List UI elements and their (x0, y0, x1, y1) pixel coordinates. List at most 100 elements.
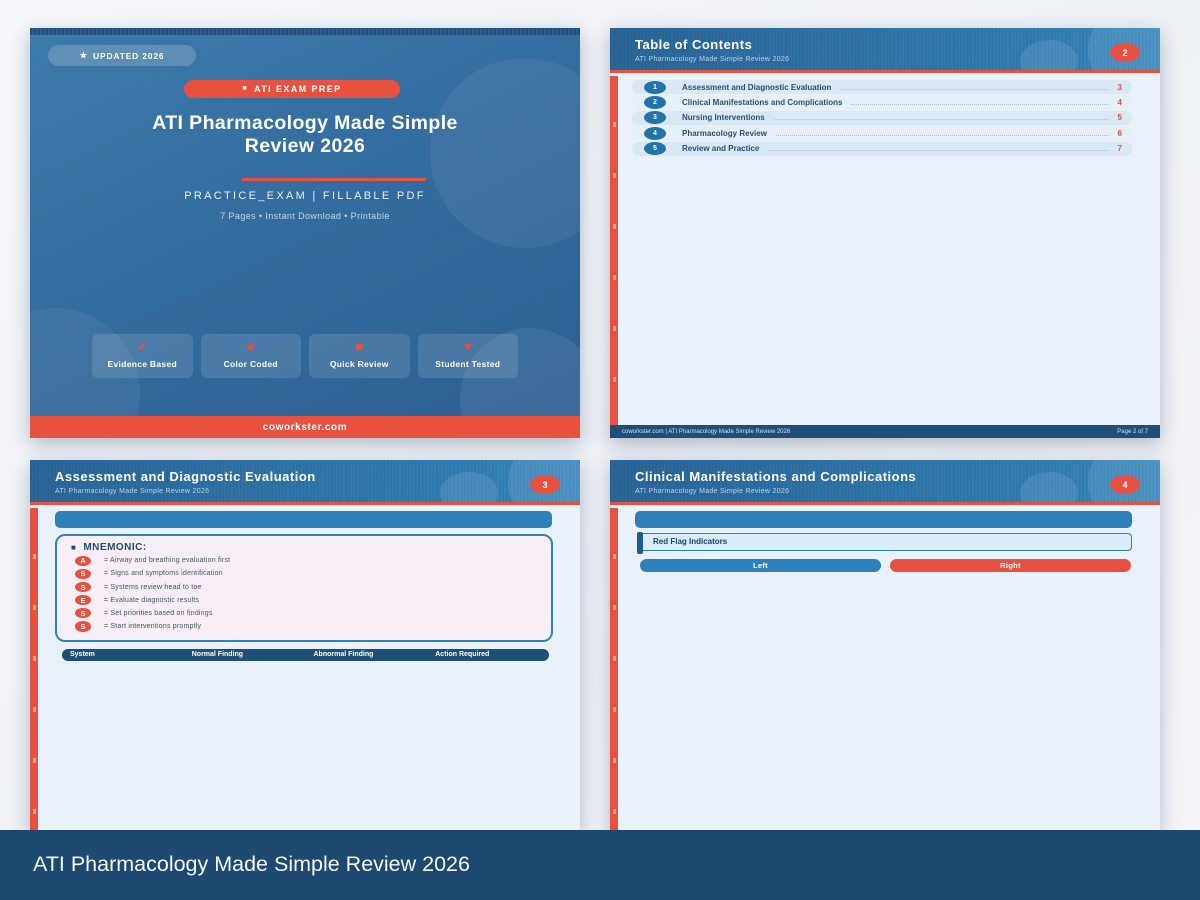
red-flag-indicators-box: Red Flag Indicators (637, 531, 1132, 554)
toc-item-pharmacology[interactable]: 4 Pharmacology Review 6 (632, 126, 1132, 141)
toc-footer: coworkster.com | ATI Pharmacology Made S… (610, 425, 1160, 438)
assessment-title: Assessment and Diagnostic Evaluation (55, 469, 316, 484)
table-header-system: System (70, 651, 95, 659)
right-button[interactable]: Right (890, 559, 1131, 572)
toc-item-number: 5 (644, 142, 666, 156)
clinical-header: Clinical Manifestations and Complication… (610, 460, 1160, 505)
feature-label: Evidence Based (107, 359, 177, 369)
decorative-circle (1020, 472, 1078, 502)
square-icon: ■ (242, 85, 249, 92)
toc-item-clinical[interactable]: 2 Clinical Manifestations and Complicati… (632, 95, 1132, 110)
assessment-page-thumbnail[interactable]: Assessment and Diagnostic Evaluation ATI… (30, 460, 580, 830)
page-spine (610, 508, 618, 830)
toc-item-page: 6 (1117, 128, 1122, 138)
toc-item-number: 1 (644, 80, 666, 94)
feature-label: Quick Review (329, 359, 389, 369)
mnemonic-item-text: = Set priorities based on findings (104, 609, 213, 617)
toc-item-number: 4 (644, 126, 666, 140)
mnemonic-letter-badge: E (75, 594, 91, 606)
cover-subtitle: PRACTICE_EXAM | FILLABLE PDF (184, 190, 426, 202)
clinical-content: Red Flag Indicators Left Right (610, 508, 1160, 572)
mnemonic-item: E = Evaluate diagnostic results (69, 594, 539, 606)
toc-list: 1 Assessment and Diagnostic Evaluation 3… (632, 80, 1132, 157)
screenshot-stage: ★ UPDATED 2026 ■ ATI EXAM PREP ATI Pharm… (0, 0, 1200, 900)
page-spine (610, 76, 618, 438)
mnemonic-item: S = Signs and symptoms identification (69, 568, 539, 580)
left-button[interactable]: Left (640, 559, 881, 572)
page-number-badge: 4 (1110, 475, 1140, 494)
left-right-buttons: Left Right (640, 559, 1131, 572)
mnemonic-item-text: = Signs and symptoms identification (104, 570, 223, 578)
check-icon: ✔ (136, 339, 148, 354)
mnemonic-item: S = Start interventions promptly (69, 621, 539, 632)
cover-page-thumbnail[interactable]: ★ UPDATED 2026 ■ ATI EXAM PREP ATI Pharm… (30, 28, 580, 438)
dotted-leader (773, 119, 1109, 121)
star-icon: ★ (79, 50, 89, 60)
feature-student-tested: ♥ Student Tested (417, 334, 518, 378)
assessment-header: Assessment and Diagnostic Evaluation ATI… (30, 460, 580, 505)
toc-item-page: 3 (1117, 82, 1122, 92)
feature-color-coded: ★ Color Coded (200, 334, 301, 378)
assessment-content: ■ MNEMONIC: A = Airway and breathing eva… (30, 508, 580, 661)
toc-item-label: Nursing Interventions (682, 113, 765, 123)
mnemonic-item: S = Set priorities based on findings (69, 607, 539, 619)
cover-footer-site: coworkster.com (30, 416, 580, 438)
mnemonic-item: S = Systems review head to toe (69, 581, 539, 593)
dotted-leader (768, 150, 1109, 152)
toc-item-label: Pharmacology Review (682, 128, 767, 138)
feature-quick-review: ■ Quick Review (309, 334, 410, 378)
feature-label: Color Coded (223, 359, 278, 369)
mnemonic-letter-badge: S (75, 581, 91, 593)
assessment-table-header: System Normal Finding Abnormal Finding A… (62, 648, 549, 661)
clinical-title: Clinical Manifestations and Complication… (635, 469, 917, 484)
feature-boxes: ✔ Evidence Based ★ Color Coded ■ Quick R… (92, 334, 518, 378)
cover-meta: 7 Pages • Instant Download • Printable (220, 211, 390, 221)
toc-footer-left: coworkster.com | ATI Pharmacology Made S… (622, 428, 791, 435)
feature-label: Student Tested (435, 359, 501, 369)
toc-subtitle: ATI Pharmacology Made Simple Review 2026 (635, 56, 790, 63)
cover-divider (242, 178, 426, 181)
dotted-leader (851, 103, 1109, 105)
updated-badge: ★ UPDATED 2026 (48, 45, 196, 66)
mnemonic-item-text: = Systems review head to toe (104, 583, 202, 591)
red-flag-indicators-label: Red Flag Indicators (653, 537, 728, 546)
toc-item-label: Assessment and Diagnostic Evaluation (682, 82, 832, 92)
clinical-page-thumbnail[interactable]: Clinical Manifestations and Complication… (610, 460, 1160, 830)
table-header-action: Action Required (435, 651, 490, 659)
toc-item-assessment[interactable]: 1 Assessment and Diagnostic Evaluation 3 (632, 80, 1132, 94)
mnemonic-letter-badge: S (75, 621, 91, 632)
cover-title-line2: Review 2026 (244, 135, 366, 157)
toc-item-page: 7 (1117, 144, 1122, 154)
toc-item-review[interactable]: 5 Review and Practice 7 (632, 141, 1132, 156)
square-icon: ■ (355, 339, 364, 354)
dotted-leader (775, 134, 1109, 136)
listing-title: ATI Pharmacology Made Simple Review 2026 (33, 852, 470, 876)
exam-prep-label: ATI EXAM PREP (254, 84, 342, 94)
exam-prep-pill: ■ ATI EXAM PREP (184, 80, 400, 98)
updated-badge-label: UPDATED 2026 (93, 50, 165, 61)
mnemonic-letter-badge: S (75, 568, 91, 580)
star-icon: ★ (244, 339, 257, 354)
section-title-bar (635, 511, 1132, 528)
toc-item-label: Clinical Manifestations and Complication… (682, 97, 843, 107)
page-number-badge: 2 (1110, 43, 1140, 62)
mnemonic-letter-badge: S (75, 607, 91, 619)
toc-title: Table of Contents (635, 37, 753, 52)
mnemonic-heading-label: MNEMONIC: (83, 542, 147, 553)
mnemonic-item-text: = Evaluate diagnostic results (104, 596, 200, 604)
table-header-normal: Normal Finding (191, 651, 244, 659)
toc-item-number: 2 (644, 95, 666, 109)
table-header-abnormal: Abnormal Finding (313, 651, 374, 659)
cover-top-stripe (30, 28, 580, 35)
mnemonic-box: ■ MNEMONIC: A = Airway and breathing eva… (55, 534, 553, 642)
cover-title: ATI Pharmacology Made Simple Review 2026 (30, 112, 580, 158)
heart-icon: ♥ (463, 339, 472, 354)
mnemonic-item-text: = Start interventions promptly (104, 622, 202, 630)
dotted-leader (840, 88, 1109, 90)
toc-header: Table of Contents ATI Pharmacology Made … (610, 28, 1160, 73)
decorative-circle (440, 472, 498, 502)
toc-page-thumbnail[interactable]: Table of Contents ATI Pharmacology Made … (610, 28, 1160, 438)
square-icon: ■ (71, 543, 77, 552)
toc-item-nursing[interactable]: 3 Nursing Interventions 5 (632, 110, 1132, 125)
page-number-badge: 3 (530, 475, 560, 494)
